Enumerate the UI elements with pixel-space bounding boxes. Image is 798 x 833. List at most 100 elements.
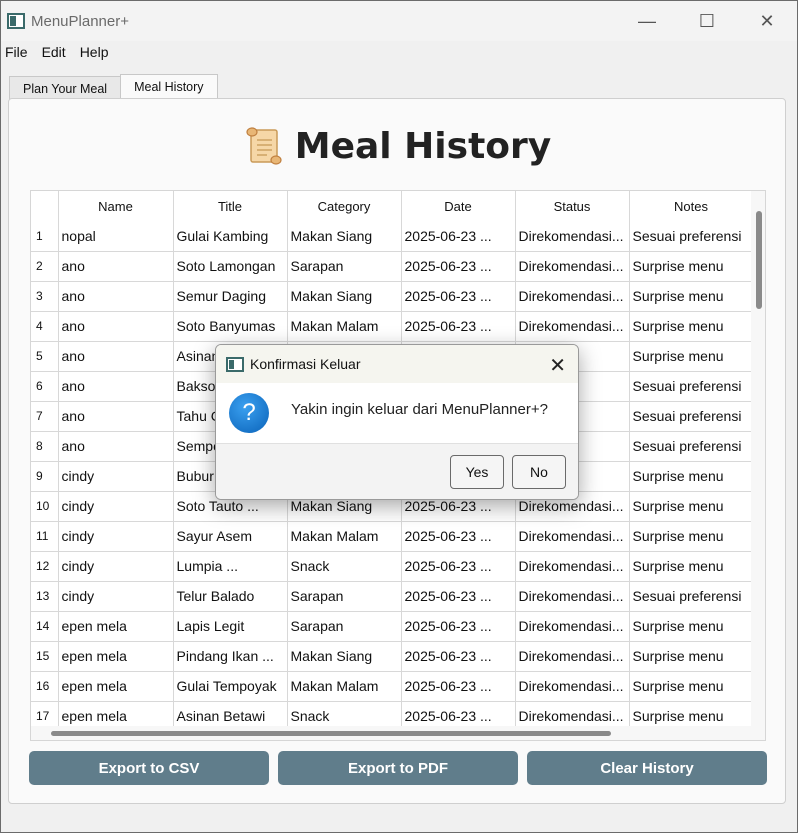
yes-button[interactable]: Yes xyxy=(450,455,504,489)
cell-row-number[interactable]: 10 xyxy=(31,491,59,522)
cell-name[interactable]: cindy xyxy=(58,581,174,612)
clear-history-button[interactable]: Clear History xyxy=(527,751,767,785)
table-row[interactable]: 13 cindy Telur Balado Sarapan 2025-06-23 ...… xyxy=(31,581,754,612)
table-row[interactable]: 4 ano Soto Banyumas Makan Malam 2025-06-23 .… xyxy=(31,311,754,342)
cell-title[interactable]: Pindang Ikan ... xyxy=(173,641,288,672)
cell-notes[interactable]: Sesuai preferensi xyxy=(629,221,754,252)
cell-row-number[interactable]: 7 xyxy=(31,401,59,432)
cell-category[interactable]: Sarapan xyxy=(287,581,402,612)
cell-category[interactable]: Snack xyxy=(287,551,402,582)
cell-title[interactable]: Lumpia ... xyxy=(173,551,288,582)
cell-notes[interactable]: Surprise menu xyxy=(629,671,754,702)
cell-status[interactable]: Direkomendasi... xyxy=(515,521,630,552)
cell-row-number[interactable]: 4 xyxy=(31,311,59,342)
cell-name[interactable]: ano xyxy=(58,311,174,342)
no-button[interactable]: No xyxy=(512,455,566,489)
cell-row-number[interactable]: 8 xyxy=(31,431,59,462)
table-row[interactable]: 3 ano Semur Daging Makan Siang 2025-06-23 ..… xyxy=(31,281,754,312)
cell-row-number[interactable]: 15 xyxy=(31,641,59,672)
menu-edit[interactable]: Edit xyxy=(38,44,72,60)
cell-name[interactable]: epen mela xyxy=(58,641,174,672)
cell-category[interactable]: Makan Siang xyxy=(287,221,402,252)
column-header-date[interactable]: Date xyxy=(401,191,516,221)
menu-file[interactable]: File xyxy=(1,44,34,60)
cell-name[interactable]: ano xyxy=(58,401,174,432)
cell-status[interactable]: Direkomendasi... xyxy=(515,641,630,672)
cell-title[interactable]: Soto Lamongan xyxy=(173,251,288,282)
vertical-scrollbar[interactable] xyxy=(751,191,765,740)
cell-title[interactable]: Gulai Tempoyak xyxy=(173,671,288,702)
cell-name[interactable]: cindy xyxy=(58,461,174,492)
cell-name[interactable]: ano xyxy=(58,251,174,282)
cell-name[interactable]: nopal xyxy=(58,221,174,252)
table-row[interactable]: 15 epen mela Pindang Ikan ... Makan Siang 20… xyxy=(31,641,754,672)
cell-row-number[interactable]: 3 xyxy=(31,281,59,312)
cell-row-number[interactable]: 2 xyxy=(31,251,59,282)
cell-title[interactable]: Lapis Legit xyxy=(173,611,288,642)
cell-date[interactable]: 2025-06-23 ... xyxy=(401,311,516,342)
horizontal-scroll-thumb[interactable] xyxy=(51,731,611,736)
cell-notes[interactable]: Sesuai preferensi xyxy=(629,581,754,612)
table-row[interactable]: 14 epen mela Lapis Legit Sarapan 2025-06-23 … xyxy=(31,611,754,642)
cell-notes[interactable]: Surprise menu xyxy=(629,611,754,642)
cell-row-number[interactable]: 14 xyxy=(31,611,59,642)
table-corner[interactable] xyxy=(31,191,59,221)
cell-notes[interactable]: Sesuai preferensi xyxy=(629,401,754,432)
cell-title[interactable]: Semur Daging xyxy=(173,281,288,312)
column-header-name[interactable]: Name xyxy=(58,191,174,221)
cell-row-number[interactable]: 1 xyxy=(31,221,59,252)
title-bar[interactable]: MenuPlanner+ — ☐ ✕ xyxy=(1,1,797,41)
minimize-button[interactable]: — xyxy=(617,1,677,41)
cell-name[interactable]: ano xyxy=(58,281,174,312)
cell-title[interactable]: Sayur Asem xyxy=(173,521,288,552)
cell-category[interactable]: Makan Malam xyxy=(287,521,402,552)
cell-notes[interactable]: Surprise menu xyxy=(629,521,754,552)
cell-row-number[interactable]: 6 xyxy=(31,371,59,402)
cell-notes[interactable]: Surprise menu xyxy=(629,341,754,372)
column-header-notes[interactable]: Notes xyxy=(629,191,754,221)
table-row[interactable]: 11 cindy Sayur Asem Makan Malam 2025-06-23 .… xyxy=(31,521,754,552)
cell-date[interactable]: 2025-06-23 ... xyxy=(401,281,516,312)
cell-date[interactable]: 2025-06-23 ... xyxy=(401,581,516,612)
cell-category[interactable]: Makan Siang xyxy=(287,281,402,312)
cell-notes[interactable]: Sesuai preferensi xyxy=(629,371,754,402)
table-row[interactable]: 1 nopal Gulai Kambing Makan Siang 2025-06-23… xyxy=(31,221,754,252)
cell-notes[interactable]: Sesuai preferensi xyxy=(629,431,754,462)
cell-row-number[interactable]: 16 xyxy=(31,671,59,702)
cell-row-number[interactable]: 13 xyxy=(31,581,59,612)
vertical-scroll-thumb[interactable] xyxy=(756,211,762,309)
cell-name[interactable]: ano xyxy=(58,431,174,462)
cell-row-number[interactable]: 5 xyxy=(31,341,59,372)
cell-category[interactable]: Sarapan xyxy=(287,611,402,642)
cell-row-number[interactable]: 11 xyxy=(31,521,59,552)
cell-title[interactable]: Gulai Kambing xyxy=(173,221,288,252)
cell-date[interactable]: 2025-06-23 ... xyxy=(401,641,516,672)
cell-notes[interactable]: Surprise menu xyxy=(629,461,754,492)
cell-notes[interactable]: Surprise menu xyxy=(629,641,754,672)
table-row[interactable]: 12 cindy Lumpia ... Snack 2025-06-23 ... Dire… xyxy=(31,551,754,582)
menu-help[interactable]: Help xyxy=(76,44,115,60)
cell-status[interactable]: Direkomendasi... xyxy=(515,221,630,252)
column-header-status[interactable]: Status xyxy=(515,191,630,221)
cell-date[interactable]: 2025-06-23 ... xyxy=(401,251,516,282)
tab-meal-history[interactable]: Meal History xyxy=(120,74,218,99)
cell-notes[interactable]: Surprise menu xyxy=(629,551,754,582)
column-header-category[interactable]: Category xyxy=(287,191,402,221)
cell-status[interactable]: Direkomendasi... xyxy=(515,311,630,342)
cell-category[interactable]: Makan Malam xyxy=(287,671,402,702)
cell-date[interactable]: 2025-06-23 ... xyxy=(401,521,516,552)
cell-notes[interactable]: Surprise menu xyxy=(629,251,754,282)
cell-status[interactable]: Direkomendasi... xyxy=(515,551,630,582)
cell-notes[interactable]: Surprise menu xyxy=(629,491,754,522)
cell-title[interactable]: Telur Balado xyxy=(173,581,288,612)
cell-row-number[interactable]: 12 xyxy=(31,551,59,582)
cell-date[interactable]: 2025-06-23 ... xyxy=(401,221,516,252)
table-row[interactable]: 16 epen mela Gulai Tempoyak Makan Malam 2025… xyxy=(31,671,754,702)
cell-status[interactable]: Direkomendasi... xyxy=(515,251,630,282)
cell-status[interactable]: Direkomendasi... xyxy=(515,281,630,312)
cell-notes[interactable]: Surprise menu xyxy=(629,281,754,312)
cell-name[interactable]: cindy xyxy=(58,521,174,552)
maximize-button[interactable]: ☐ xyxy=(677,1,737,41)
tab-plan-your-meal[interactable]: Plan Your Meal xyxy=(9,76,122,100)
dialog-close-button[interactable]: ✕ xyxy=(549,353,566,378)
